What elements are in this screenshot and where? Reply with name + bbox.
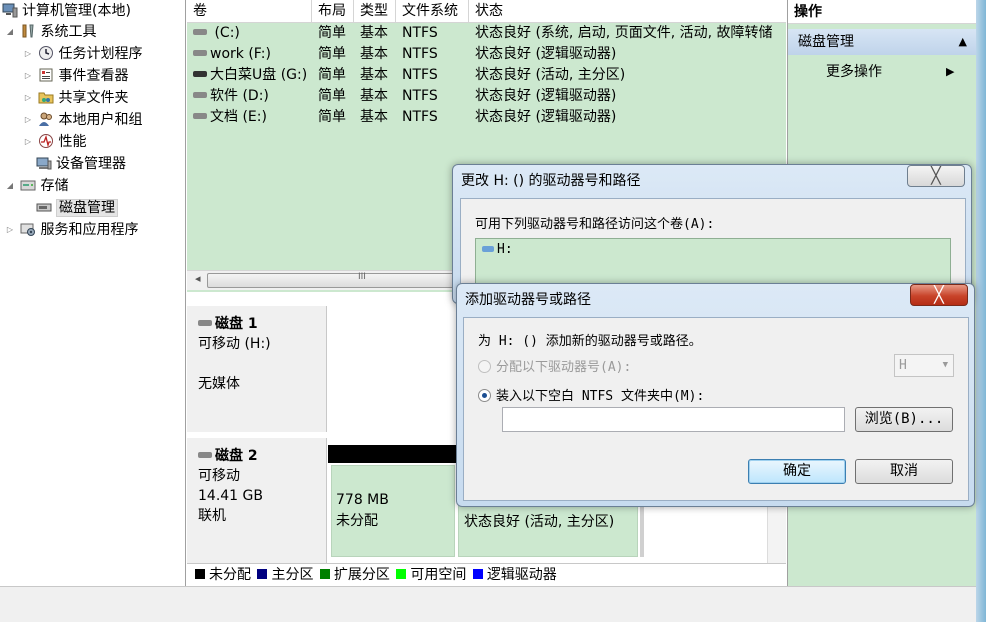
expand-arrow-icon[interactable]: ▷	[4, 219, 16, 241]
drive-icon	[482, 245, 494, 252]
volume-row[interactable]: (C:) 简单 基本 NTFS 状态良好 (系统, 启动, 页面文件, 活动, …	[187, 23, 786, 44]
users-icon	[38, 111, 54, 127]
collapse-arrow-icon[interactable]: ◢	[4, 21, 16, 43]
ok-button[interactable]: 确定	[748, 459, 846, 484]
unallocated-bar	[328, 445, 458, 463]
actions-header: 操作	[788, 0, 977, 24]
expand-arrow-icon[interactable]: ▷	[22, 43, 34, 65]
shared-folder-icon	[38, 89, 54, 105]
cancel-button[interactable]: 取消	[855, 459, 953, 484]
disk-1-label[interactable]: 磁盘 1 可移动 (H:) 无媒体	[187, 306, 327, 432]
volume-row[interactable]: work (F:) 简单 基本 NTFS 状态良好 (逻辑驱动器)	[187, 44, 786, 65]
assign-letter-radio[interactable]	[478, 360, 491, 373]
add-description: 为 H: () 添加新的驱动器号或路径。	[478, 334, 702, 349]
drive-letter-select[interactable]: H ▼	[894, 354, 954, 377]
legend-swatch-primary	[257, 569, 268, 579]
performance-icon	[38, 133, 54, 149]
removable-disk-icon	[198, 320, 212, 326]
legend-item: 主分区	[255, 567, 313, 583]
tree-item-shared-folders[interactable]: ▷ 共享文件夹	[22, 87, 129, 109]
tree-item-disk-management[interactable]: 磁盘管理	[36, 197, 118, 219]
legend-swatch-logical	[472, 569, 483, 579]
column-header-status[interactable]: 状态	[469, 0, 786, 23]
clock-icon	[38, 45, 54, 61]
drive-icon	[193, 50, 207, 56]
close-button[interactable]: ╳	[910, 284, 968, 306]
mount-folder-radio[interactable]	[478, 389, 491, 402]
expand-arrow-icon[interactable]: ▷	[22, 109, 34, 131]
dialog-body: 为 H: () 添加新的驱动器号或路径。 分配以下驱动器号(A): H ▼ 装入…	[463, 317, 969, 501]
legend: 未分配 主分区 扩展分区 可用空间 逻辑驱动器	[187, 563, 786, 586]
usb-drive-icon	[193, 71, 207, 77]
volume-list-header: 卷 布局 类型 文件系统 状态	[187, 0, 786, 23]
close-icon: ╳	[934, 285, 944, 304]
mount-folder-option[interactable]: 装入以下空白 NTFS 文件夹中(M):	[478, 385, 704, 404]
drive-path-item[interactable]: H:	[482, 242, 513, 257]
expand-arrow-icon[interactable]: ▷	[22, 65, 34, 87]
collapse-up-icon[interactable]: ▲	[959, 29, 967, 55]
tools-icon	[20, 23, 36, 39]
dialog-title: 添加驱动器号或路径	[465, 292, 591, 308]
tree-item-storage[interactable]: ◢ 存储	[4, 175, 69, 197]
more-actions-item[interactable]: 更多操作 ▶	[826, 61, 966, 83]
expand-arrow-icon[interactable]: ▷	[22, 131, 34, 153]
volume-row[interactable]: 文档 (E:) 简单 基本 NTFS 状态良好 (逻辑驱动器)	[187, 107, 786, 128]
tree-item-services-apps[interactable]: ▷ 服务和应用程序	[4, 219, 139, 241]
assign-letter-option[interactable]: 分配以下驱动器号(A):	[478, 356, 631, 375]
disk-2-label[interactable]: 磁盘 2 可移动 14.41 GB 联机	[187, 438, 327, 563]
tree-item-performance[interactable]: ▷ 性能	[22, 131, 86, 153]
actions-section-disk-management[interactable]: 磁盘管理 ▲	[788, 29, 977, 55]
submenu-arrow-icon: ▶	[946, 65, 955, 78]
device-manager-icon	[36, 155, 52, 171]
tree-item-device-manager[interactable]: 设备管理器	[36, 153, 126, 175]
status-bar	[0, 586, 976, 622]
storage-icon	[20, 177, 36, 193]
legend-item: 逻辑驱动器	[471, 567, 557, 583]
legend-item: 扩展分区	[318, 567, 390, 583]
removable-disk-icon	[198, 452, 212, 458]
drive-icon	[193, 29, 207, 35]
volume-row[interactable]: 大白菜U盘 (G:) 简单 基本 NTFS 状态良好 (活动, 主分区)	[187, 65, 786, 86]
dropdown-arrow-icon: ▼	[942, 360, 948, 370]
add-drive-letter-dialog: 添加驱动器号或路径 ╳ 为 H: () 添加新的驱动器号或路径。 分配以下驱动器…	[456, 283, 975, 507]
folder-path-input[interactable]	[502, 407, 845, 432]
collapse-arrow-icon[interactable]: ◢	[4, 175, 16, 197]
legend-swatch-unallocated	[195, 569, 205, 579]
dialog-title: 更改 H: () 的驱动器号和路径	[461, 173, 641, 189]
drive-icon	[193, 113, 207, 119]
disk-management-icon	[36, 199, 52, 215]
column-header-type[interactable]: 类型	[354, 0, 396, 23]
event-viewer-icon	[38, 67, 54, 83]
tree-item-task-scheduler[interactable]: ▷ 任务计划程序	[22, 43, 142, 65]
tree-item-event-viewer[interactable]: ▷ 事件查看器	[22, 65, 129, 87]
volume-row[interactable]: 软件 (D:) 简单 基本 NTFS 状态良好 (逻辑驱动器)	[187, 86, 786, 107]
scroll-left-arrow-icon[interactable]: ◂	[195, 272, 201, 285]
column-header-filesystem[interactable]: 文件系统	[396, 0, 469, 23]
tree-item-system-tools[interactable]: ◢ 系统工具	[4, 21, 97, 43]
close-button[interactable]: ╳	[907, 165, 965, 187]
expand-arrow-icon[interactable]: ▷	[22, 87, 34, 109]
legend-swatch-free	[396, 569, 407, 579]
navigation-tree: 计算机管理(本地) ◢ 系统工具 ▷ 任务计划程序 ▷ 事件查看器 ▷ 共享文件…	[0, 0, 186, 586]
tree-root[interactable]: 计算机管理(本地)	[2, 0, 131, 22]
legend-swatch-extended	[319, 569, 330, 579]
browse-button[interactable]: 浏览(B)...	[855, 407, 953, 432]
legend-item: 未分配	[193, 567, 251, 583]
column-header-layout[interactable]: 布局	[312, 0, 354, 23]
legend-item: 可用空间	[394, 567, 466, 583]
close-icon: ╳	[931, 166, 941, 185]
desktop-edge	[976, 0, 986, 622]
drive-icon	[193, 92, 207, 98]
scroll-grip-icon: III	[358, 272, 366, 282]
computer-management-icon	[2, 2, 18, 18]
tree-item-local-users[interactable]: ▷ 本地用户和组	[22, 109, 143, 131]
drive-paths-label: 可用下列驱动器号和路径访问这个卷(A):	[475, 217, 715, 232]
partition-unallocated[interactable]: 778 MB 未分配	[331, 465, 455, 557]
services-icon	[20, 221, 36, 237]
column-header-volume[interactable]: 卷	[187, 0, 312, 23]
